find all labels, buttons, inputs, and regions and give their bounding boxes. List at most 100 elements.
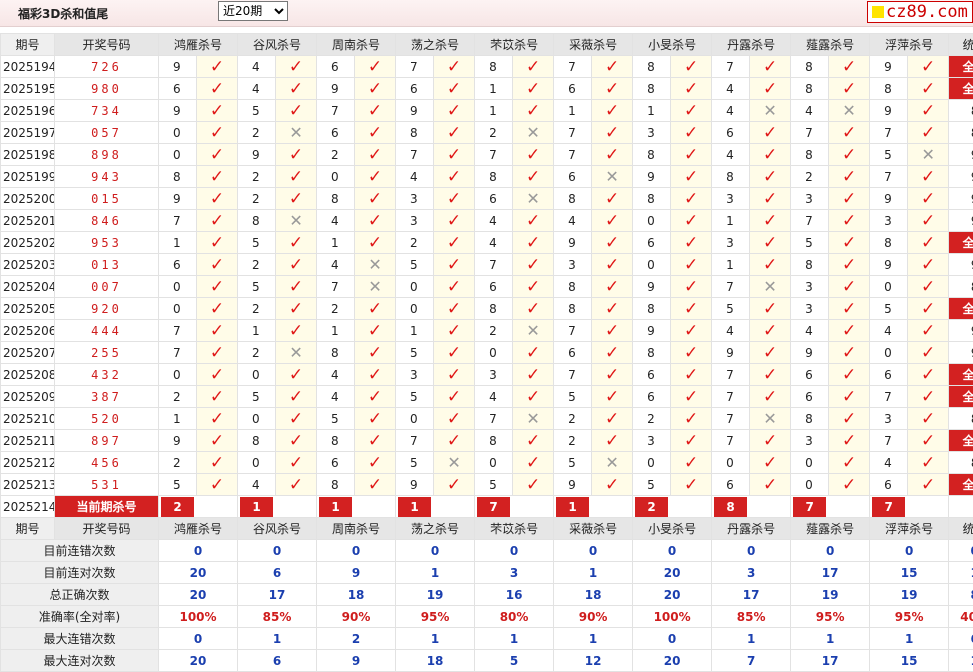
result-mark: ✓: [750, 452, 791, 474]
col-expert-header[interactable]: 浮萍杀号: [870, 34, 949, 56]
kill-value: 7: [159, 342, 197, 364]
cross-icon: ✕: [526, 409, 539, 428]
result-mark: ✓: [355, 386, 396, 408]
check-icon: ✓: [526, 145, 540, 165]
check-icon: ✓: [763, 123, 777, 143]
check-icon: ✓: [921, 321, 935, 341]
table-row: 20252029531✓5✓1✓2✓4✓9✓6✓3✓5✓8✓全对: [1, 232, 973, 254]
check-icon: ✓: [210, 453, 224, 473]
col-expert-header[interactable]: 鸿雁杀号: [159, 34, 238, 56]
col-expert-header[interactable]: 周南杀号: [317, 34, 396, 56]
table-row: 20252030136✓2✓4✕5✓7✓3✓0✓1✓8✓9✓9: [1, 254, 973, 276]
result-mark: ✓: [671, 364, 712, 386]
check-icon: ✓: [368, 101, 382, 121]
kill-value: 4: [238, 78, 276, 100]
stat-value: 1: [554, 562, 633, 584]
check-icon: ✓: [763, 299, 777, 319]
result-mark: ✓: [434, 254, 475, 276]
col-issue-header: 期号: [1, 34, 55, 56]
table-row: 20252118979✓8✓8✓7✓8✓2✓3✓7✓3✓7✓全对: [1, 430, 973, 452]
result-mark: ✓: [829, 342, 870, 364]
check-icon: ✓: [526, 211, 540, 231]
kill-value: 7: [791, 122, 829, 144]
check-icon: ✓: [842, 145, 856, 165]
kill-value: 4: [475, 232, 513, 254]
stat-label: 总正确次数: [1, 584, 159, 606]
col-expert-header[interactable]: 薤露杀号: [791, 518, 870, 540]
kill-value: 7: [554, 364, 592, 386]
check-icon: ✓: [447, 189, 461, 209]
current-total-cell: [949, 496, 973, 518]
kill-value: 7: [396, 56, 434, 78]
check-icon: ✓: [921, 233, 935, 253]
kill-value: 8: [475, 298, 513, 320]
col-expert-header[interactable]: 采薇杀号: [554, 518, 633, 540]
result-mark: ✓: [197, 474, 238, 496]
stat-value: 90%: [554, 606, 633, 628]
result-mark: ✕: [513, 320, 554, 342]
check-icon: ✓: [526, 79, 540, 99]
stat-value: 100%: [159, 606, 238, 628]
col-expert-header[interactable]: 谷风杀号: [238, 34, 317, 56]
check-icon: ✓: [842, 299, 856, 319]
check-icon: ✓: [368, 409, 382, 429]
result-mark: ✓: [671, 254, 712, 276]
col-expert-header[interactable]: 周南杀号: [317, 518, 396, 540]
col-expert-header[interactable]: 丹露杀号: [712, 518, 791, 540]
kill-value: 4: [317, 364, 355, 386]
kill-value: 7: [712, 430, 750, 452]
result-mark: ✓: [592, 100, 633, 122]
kill-number-table: 期号开奖号码鸿雁杀号谷风杀号周南杀号荡之杀号芣苡杀号采薇杀号小旻杀号丹露杀号薤露…: [0, 33, 973, 672]
col-expert-header[interactable]: 丹露杀号: [712, 34, 791, 56]
col-expert-header[interactable]: 荡之杀号: [396, 518, 475, 540]
col-expert-header[interactable]: 鸿雁杀号: [159, 518, 238, 540]
result-mark: ✓: [750, 298, 791, 320]
col-expert-header[interactable]: 芣苡杀号: [475, 34, 554, 56]
check-icon: ✓: [684, 57, 698, 77]
check-icon: ✓: [763, 387, 777, 407]
col-expert-header[interactable]: 小旻杀号: [633, 34, 712, 56]
kill-value: 8: [238, 430, 276, 452]
period-select[interactable]: 近20期: [218, 1, 288, 21]
result-mark: ✓: [276, 298, 317, 320]
stat-total: 1: [949, 562, 973, 584]
result-mark: ✓: [197, 320, 238, 342]
kill-value: 2: [238, 342, 276, 364]
result-mark: ✓: [908, 254, 949, 276]
draw-number: 057: [55, 122, 159, 144]
kill-value: 4: [870, 452, 908, 474]
check-icon: ✓: [605, 299, 619, 319]
col-expert-header[interactable]: 薤露杀号: [791, 34, 870, 56]
kill-value: 9: [554, 232, 592, 254]
check-icon: ✓: [447, 57, 461, 77]
result-mark: ✓: [276, 254, 317, 276]
check-icon: ✓: [447, 167, 461, 187]
kill-value: 5: [554, 452, 592, 474]
kill-value: 0: [396, 276, 434, 298]
col-expert-header[interactable]: 谷风杀号: [238, 518, 317, 540]
result-mark: ✓: [671, 56, 712, 78]
result-mark: ✕: [434, 452, 475, 474]
col-expert-header[interactable]: 荡之杀号: [396, 34, 475, 56]
kill-value: 7: [870, 386, 908, 408]
current-kill-value: 1: [240, 497, 273, 517]
col-expert-header[interactable]: 小旻杀号: [633, 518, 712, 540]
col-expert-header[interactable]: 浮萍杀号: [870, 518, 949, 540]
stat-value: 16: [475, 584, 554, 606]
check-icon: ✓: [763, 431, 777, 451]
kill-value: 6: [870, 364, 908, 386]
col-expert-header[interactable]: 芣苡杀号: [475, 518, 554, 540]
kill-value: 9: [633, 320, 671, 342]
result-mark: ✓: [434, 342, 475, 364]
col-expert-header[interactable]: 采薇杀号: [554, 34, 633, 56]
result-mark: ✓: [434, 276, 475, 298]
kill-value: 3: [791, 430, 829, 452]
result-mark: ✓: [355, 166, 396, 188]
issue-cell: 2025206: [1, 320, 55, 342]
check-icon: ✓: [289, 145, 303, 165]
kill-value: 7: [712, 386, 750, 408]
kill-value: 8: [475, 56, 513, 78]
issue-cell: 2025208: [1, 364, 55, 386]
kill-value: 2: [317, 144, 355, 166]
site-logo[interactable]: cz89.com: [867, 1, 973, 23]
